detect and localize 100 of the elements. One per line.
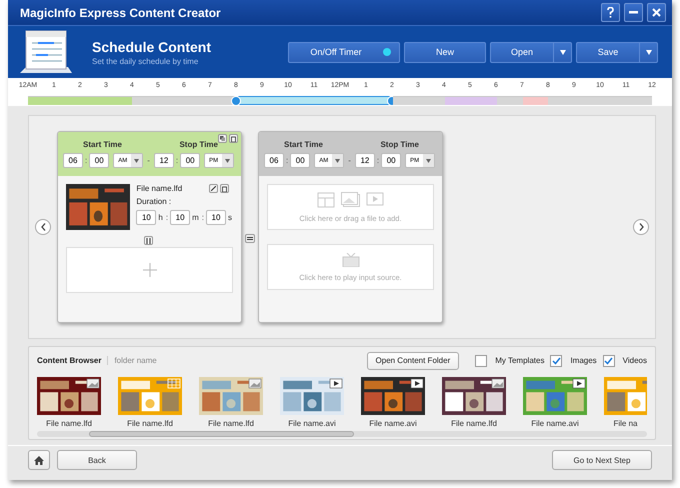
- caret-icon: [225, 158, 230, 162]
- time-separator: :: [84, 156, 88, 165]
- hour-field[interactable]: 12: [154, 153, 174, 168]
- stop-time-label: Stop Time: [380, 140, 419, 149]
- filter-label: Images: [570, 356, 597, 365]
- unit-label: m: [191, 213, 200, 222]
- timeline-track[interactable]: [28, 96, 652, 105]
- file-name[interactable]: File name.lfd: [451, 419, 497, 428]
- unit-label: s: [227, 213, 233, 222]
- page-title: Schedule Content: [92, 38, 212, 54]
- time-separator: :: [200, 213, 205, 222]
- home-icon: [34, 456, 44, 464]
- caret-icon: [646, 50, 652, 54]
- image-icon: [86, 378, 100, 388]
- minute-field[interactable]: 00: [89, 153, 110, 168]
- copy-button[interactable]: [218, 134, 227, 143]
- split-icon: [146, 238, 151, 244]
- help-button[interactable]: [601, 3, 620, 22]
- file-name[interactable]: File name.avi: [531, 419, 579, 428]
- tv-icon: [342, 252, 360, 266]
- check-icon: [552, 356, 561, 364]
- hour-field[interactable]: 06: [264, 153, 284, 168]
- timer-button[interactable]: On/Off Timer: [288, 42, 400, 62]
- file-name[interactable]: File name.lfd: [46, 419, 92, 428]
- close-icon: [652, 8, 661, 17]
- image-icon: [248, 378, 262, 388]
- time-separator: :: [164, 213, 170, 222]
- time-separator: :: [174, 156, 180, 165]
- hour-field[interactable]: 12: [354, 153, 375, 168]
- previous-button[interactable]: [35, 219, 51, 235]
- trash-icon: [222, 186, 227, 192]
- caret-icon: [335, 158, 340, 162]
- scrollbar[interactable]: [37, 431, 647, 437]
- page-subtitle: Set the daily schedule by time: [92, 56, 200, 66]
- file-name: File name.lfd: [136, 184, 182, 193]
- video-icon: [572, 378, 586, 388]
- back-button[interactable]: Back: [57, 450, 137, 470]
- close-button[interactable]: [647, 3, 666, 22]
- range-separator: -: [347, 156, 352, 165]
- selected-time-slot[interactable]: [366, 96, 393, 105]
- help-icon: [607, 7, 614, 18]
- file-name[interactable]: File name.lfd: [208, 419, 254, 428]
- header-button[interactable]: Open: [490, 42, 572, 62]
- unit-label: h: [157, 213, 164, 222]
- swap-icon: [247, 236, 253, 241]
- filter-label: Videos: [622, 356, 647, 365]
- edit-button[interactable]: [209, 184, 218, 193]
- delete-button[interactable]: [229, 134, 238, 143]
- filter-checkbox[interactable]: [475, 354, 488, 366]
- hour-field[interactable]: 06: [63, 153, 83, 168]
- status-dot: [383, 48, 391, 56]
- seconds-field[interactable]: 10: [206, 210, 226, 225]
- file-name[interactable]: File name.avi: [288, 419, 336, 428]
- check-icon: [604, 356, 614, 364]
- window-title: MagicInfo Express Content Creator: [20, 6, 222, 20]
- open-folder-button[interactable]: Open Content Folder: [366, 352, 460, 370]
- layout-icon: [317, 192, 335, 208]
- split-button[interactable]: [144, 236, 153, 245]
- start-time-label: Start Time: [83, 140, 122, 149]
- header-button[interactable]: New: [404, 42, 486, 62]
- file-name[interactable]: File na: [613, 419, 638, 428]
- minutes-field[interactable]: 10: [170, 210, 190, 225]
- minimize-button[interactable]: [624, 3, 643, 22]
- image-icon: [492, 378, 504, 388]
- header-button[interactable]: Save: [576, 42, 658, 62]
- next-button[interactable]: [633, 219, 649, 235]
- minute-field[interactable]: 00: [290, 153, 310, 168]
- duration-label: Duration :: [136, 197, 172, 206]
- browser-title: Content Browser: [37, 356, 108, 365]
- minute-field[interactable]: 00: [180, 153, 200, 168]
- video-icon: [330, 378, 342, 388]
- time-separator: :: [376, 156, 380, 165]
- home-button[interactable]: [28, 450, 50, 470]
- minute-field[interactable]: 00: [381, 153, 402, 168]
- start-time-label: Start Time: [284, 140, 323, 149]
- next-step-button[interactable]: Go to Next Step: [552, 450, 652, 470]
- caret-icon: [560, 50, 566, 54]
- delete-button[interactable]: [220, 184, 229, 193]
- copy-icon: [220, 136, 225, 141]
- folder-name: folder name: [114, 356, 158, 365]
- image-icon: [341, 192, 360, 206]
- layout-icon: [168, 378, 180, 388]
- filter-label: My Templates: [495, 356, 544, 365]
- filter-checkbox[interactable]: [550, 354, 562, 366]
- filter-checkbox[interactable]: [602, 354, 615, 366]
- chevron-right-icon: [638, 223, 644, 231]
- chevron-left-icon: [40, 223, 46, 231]
- hours-field[interactable]: 10: [136, 210, 156, 225]
- plus-icon: [142, 263, 156, 277]
- pencil-icon: [211, 186, 216, 191]
- file-name[interactable]: File name.lfd: [127, 419, 173, 428]
- swap-button[interactable]: [245, 234, 255, 243]
- time-slot[interactable]: [209, 96, 236, 105]
- schedule-icon: [18, 29, 74, 75]
- file-name[interactable]: File name.avi: [369, 419, 417, 428]
- range-separator: -: [146, 156, 151, 165]
- time-separator: :: [285, 156, 290, 165]
- minimize-icon: [629, 11, 638, 14]
- trash-icon: [231, 136, 236, 142]
- caret-icon: [134, 158, 140, 162]
